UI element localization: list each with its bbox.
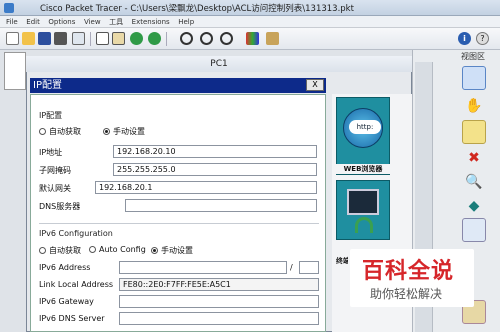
menu-view[interactable]: View — [84, 16, 101, 28]
note-tool-icon[interactable] — [462, 120, 486, 144]
link-local-label: Link Local Address — [39, 280, 114, 289]
app-icon — [4, 3, 14, 13]
terminal-label-text: 终端 — [336, 257, 348, 265]
activity-wizard-icon[interactable] — [72, 32, 85, 45]
ipv6-gateway-label: IPv6 Gateway — [39, 297, 94, 306]
delete-tool-icon[interactable]: ✖ — [462, 146, 486, 170]
pc-window-title: PC1 — [26, 56, 412, 72]
ipv6-static-radio[interactable]: 手动设置 — [151, 245, 193, 256]
headset-icon — [355, 217, 373, 233]
custom-device-icon[interactable] — [266, 32, 279, 45]
subnet-mask-label: 子网掩码 — [39, 166, 71, 175]
logical-tab[interactable] — [4, 52, 26, 90]
section-divider — [39, 223, 319, 224]
gateway-field[interactable]: 192.168.20.1 — [95, 181, 317, 194]
ipv6-gateway-field[interactable] — [119, 295, 319, 308]
copy-icon[interactable] — [96, 32, 109, 45]
menu-extensions[interactable]: Extensions — [132, 16, 170, 28]
http-badge-icon: http: — [349, 120, 381, 134]
open-folder-icon[interactable] — [22, 32, 35, 45]
toolbar: i ? — [0, 28, 500, 50]
palette-icon[interactable] — [246, 32, 259, 45]
radio-icon — [39, 247, 46, 254]
watermark-title: 百科全说 — [362, 259, 455, 284]
title-bar: Cisco Packet Tracer - C:\Users\梁飘龙\Deskt… — [0, 0, 500, 16]
terminal-app[interactable] — [336, 180, 390, 240]
help-icon[interactable]: ? — [476, 32, 489, 45]
draw-shape-icon[interactable]: ◆ — [462, 194, 486, 218]
save-icon[interactable] — [38, 32, 51, 45]
menu-file[interactable]: File — [6, 16, 18, 28]
resize-shape-icon[interactable] — [462, 218, 486, 242]
ipv4-static-label: 手动设置 — [113, 127, 145, 136]
paste-icon[interactable] — [112, 32, 125, 45]
ipv6-auto-radio[interactable]: Auto Config — [89, 245, 146, 254]
monitor-icon — [347, 189, 379, 215]
close-button[interactable]: X — [306, 79, 324, 91]
prefix-slash: / — [290, 263, 293, 272]
window-title: Cisco Packet Tracer - C:\Users\梁飘龙\Deskt… — [40, 4, 354, 14]
radio-selected-icon — [151, 247, 158, 254]
inspect-tool-icon[interactable]: 🔍 — [462, 170, 486, 194]
ipv6-dns-field[interactable] — [119, 312, 319, 325]
undo-icon[interactable] — [130, 32, 143, 45]
link-local-field: FE80::2E0:F7FF:FE5E:A5C1 — [119, 278, 319, 291]
dns-field[interactable] — [125, 199, 317, 212]
toolbar-divider — [90, 32, 91, 46]
ip-config-title: IP配置 — [30, 78, 326, 93]
hand-tool-icon[interactable]: ✋ — [462, 94, 486, 118]
toolbar-divider — [166, 32, 167, 46]
ipv6-dns-label: IPv6 DNS Server — [39, 314, 105, 323]
menu-edit[interactable]: Edit — [26, 16, 40, 28]
baike-watermark: 百科全说 助你轻松解决 — [350, 249, 474, 307]
select-tool-icon[interactable] — [462, 66, 486, 90]
radio-icon — [39, 128, 46, 135]
terminal-label: 终端 — [336, 256, 348, 266]
web-browser-label: WEB浏览器 — [336, 164, 390, 174]
ipv4-static-radio[interactable]: 手动设置 — [103, 126, 145, 137]
redo-icon[interactable] — [148, 32, 161, 45]
ip-address-label: IP地址 — [39, 148, 63, 157]
ipv6-auto-label: Auto Config — [99, 245, 146, 254]
menu-bar: File Edit Options View 工具 Extensions Hel… — [0, 16, 500, 28]
zoom-in-icon[interactable] — [180, 32, 193, 45]
zoom-out-icon[interactable] — [220, 32, 233, 45]
ipv6-prefix-field[interactable] — [299, 261, 319, 274]
watermark-subtitle: 助你轻松解决 — [370, 287, 443, 301]
ipv6-section-title: IPv6 Configuration — [39, 229, 113, 238]
ipv4-dhcp-radio[interactable]: 自动获取 — [39, 126, 81, 137]
info-icon[interactable]: i — [458, 32, 471, 45]
radio-selected-icon — [103, 128, 110, 135]
zoom-reset-icon[interactable] — [200, 32, 213, 45]
radio-icon — [89, 246, 96, 253]
ipv6-dhcp-radio[interactable]: 自动获取 — [39, 245, 81, 256]
new-file-icon[interactable] — [6, 32, 19, 45]
ipv6-address-label: IPv6 Address — [39, 263, 91, 272]
ipv6-static-label: 手动设置 — [161, 246, 193, 255]
menu-help[interactable]: Help — [178, 16, 194, 28]
menu-options[interactable]: Options — [48, 16, 75, 28]
dns-label: DNS服务器 — [39, 202, 81, 211]
ipv6-dhcp-label: 自动获取 — [49, 246, 81, 255]
menu-tools[interactable]: 工具 — [109, 16, 123, 28]
ipv4-dhcp-label: 自动获取 — [49, 127, 81, 136]
ipv4-section-title: IP配置 — [39, 111, 63, 120]
ip-address-field[interactable]: 192.168.20.10 — [113, 145, 317, 158]
subnet-mask-field[interactable]: 255.255.255.0 — [113, 163, 317, 176]
view-area-tab[interactable]: 视图区 — [461, 51, 485, 62]
gateway-label: 默认网关 — [39, 184, 71, 193]
print-icon[interactable] — [54, 32, 67, 45]
ipv6-address-field[interactable] — [119, 261, 287, 274]
ip-config-panel: IP配置 自动获取 手动设置 IP地址 192.168.20.10 子网掩码 2… — [30, 94, 326, 332]
